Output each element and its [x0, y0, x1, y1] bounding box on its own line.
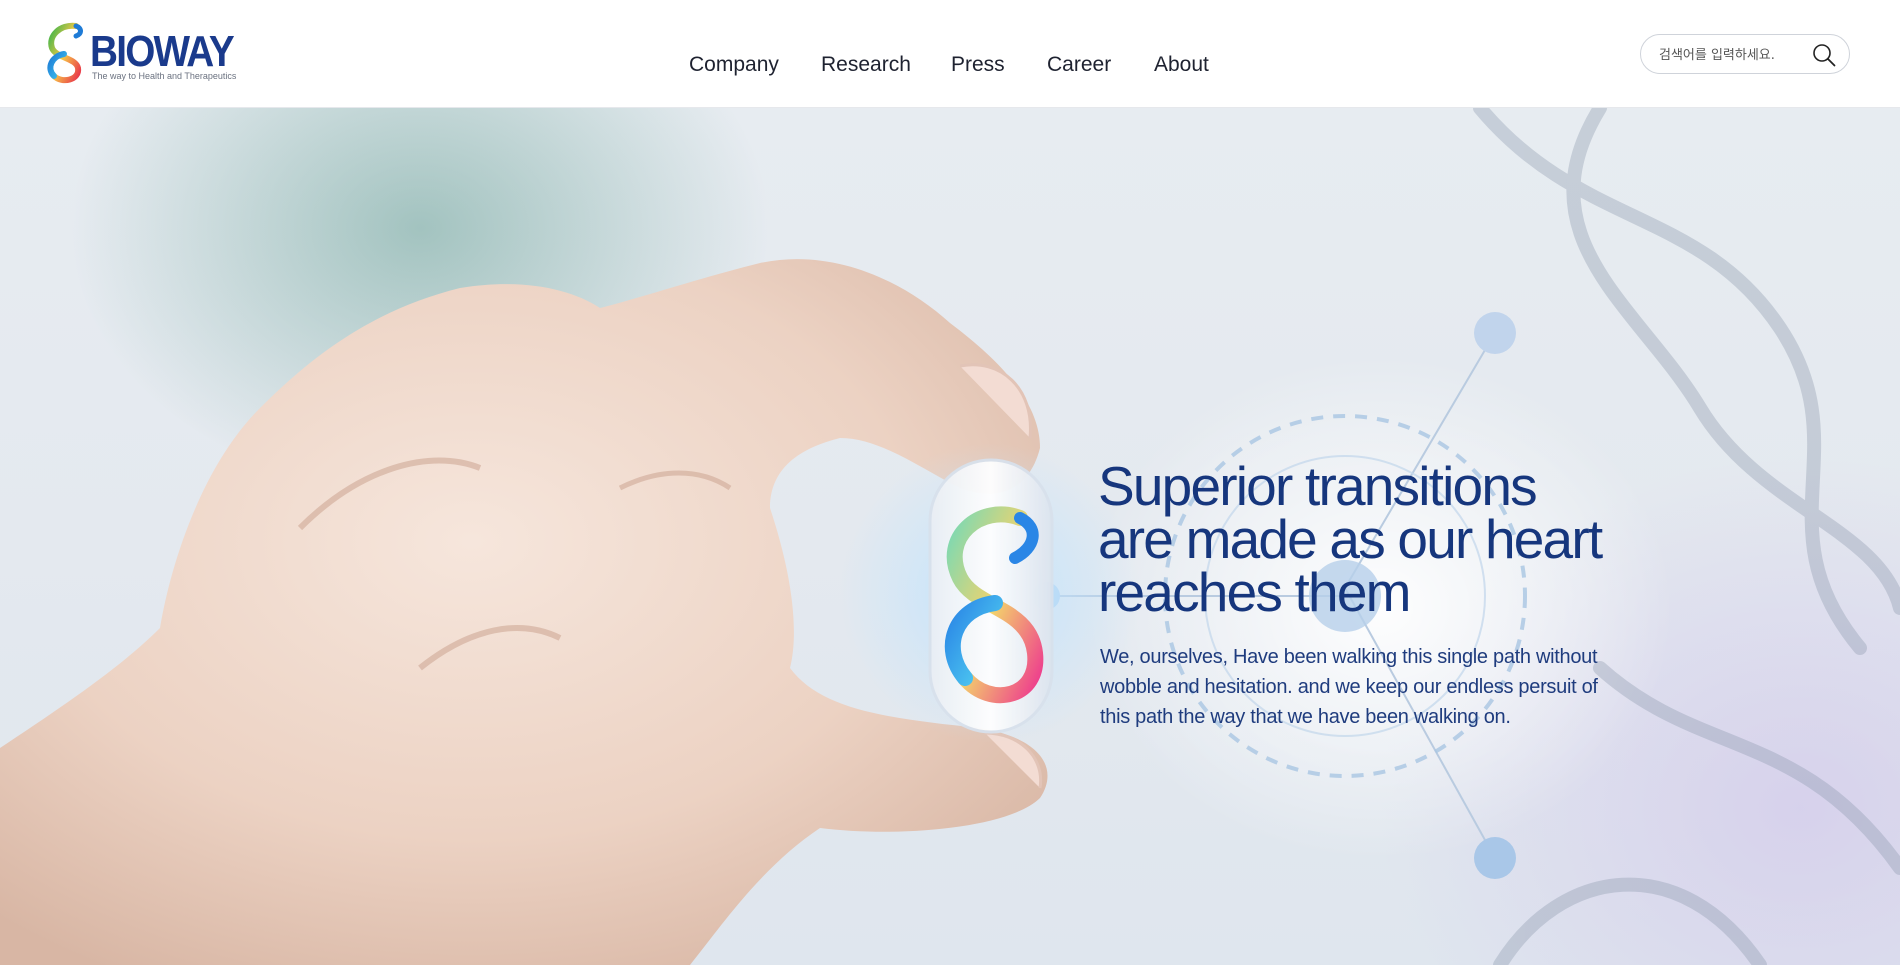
hero-subtext-line: We, ourselves, Have been walking this si…: [1100, 646, 1598, 668]
bioway-logo[interactable]: BIOWAY The way to Health and Therapeutic…: [42, 22, 242, 86]
search-icon[interactable]: [1812, 43, 1836, 67]
nav-item-career[interactable]: Career: [1047, 52, 1111, 78]
hero-headline: Superior transitions are made as our hea…: [1098, 455, 1698, 623]
logo-ribbon-icon: [47, 22, 83, 84]
hero-headline-line: reaches them: [1098, 561, 1411, 623]
logo-wordmark: BIOWAY: [90, 27, 235, 76]
nav-item-about[interactable]: About: [1154, 52, 1209, 78]
site-header: BIOWAY The way to Health and Therapeutic…: [0, 0, 1900, 108]
logo-tagline: The way to Health and Therapeutics: [92, 71, 237, 81]
search-input[interactable]: [1657, 41, 1811, 69]
nav-item-research[interactable]: Research: [821, 52, 911, 78]
hero-headline-line: Superior transitions: [1098, 455, 1538, 517]
hero-subtext: We, ourselves, Have been walking this si…: [1100, 642, 1640, 732]
hero-banner: Superior transitions are made as our hea…: [0, 108, 1900, 965]
hero-subtext-line: this path the way that we have been walk…: [1100, 706, 1511, 728]
capsule-illustration: [928, 458, 1054, 734]
hero-subtext-line: wobble and hesitation. and we keep our e…: [1100, 676, 1598, 698]
nav-item-press[interactable]: Press: [951, 52, 1005, 78]
nav-item-company[interactable]: Company: [689, 52, 779, 78]
hero-headline-line: are made as our heart: [1098, 508, 1603, 570]
search-box: [1640, 34, 1850, 74]
